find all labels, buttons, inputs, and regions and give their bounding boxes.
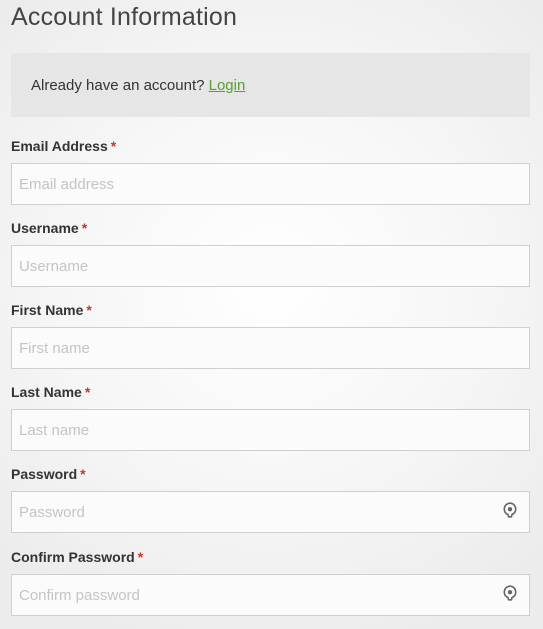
login-prompt-text: Already have an account? [31,77,205,94]
confirm-password-label-text: Confirm Password [11,549,135,565]
email-field-group: Email Address * [11,137,530,205]
login-banner: Already have an account? Login [11,53,530,117]
password-input[interactable] [11,491,530,533]
eye-icon[interactable] [502,585,518,601]
confirm-password-field-group: Confirm Password * [11,548,530,616]
required-marker: * [80,466,86,482]
first-name-label-text: First Name [11,302,84,318]
email-label: Email Address * [11,137,530,155]
last-name-label-text: Last Name [11,384,82,400]
required-marker: * [86,302,92,318]
username-input[interactable] [11,245,530,287]
first-name-field-group: First Name * [11,301,530,369]
confirm-password-label: Confirm Password * [11,548,530,566]
login-prompt: Already have an account? Login [31,77,245,94]
confirm-password-input[interactable] [11,574,530,616]
username-field-group: Username * [11,219,530,287]
required-marker: * [84,384,91,400]
email-label-text: Email Address [11,138,108,154]
confirm-password-input-wrap [11,566,530,616]
password-label-text: Password [11,466,78,482]
eye-icon[interactable] [502,502,518,518]
last-name-input[interactable] [11,409,530,451]
password-input-wrap [11,483,530,533]
required-marker: * [110,138,117,154]
last-name-field-group: Last Name * [11,383,530,451]
password-label: Password * [11,465,530,483]
required-marker: * [137,549,144,565]
first-name-label: First Name * [11,301,530,319]
last-name-label: Last Name * [11,383,530,401]
required-marker: * [81,220,88,236]
page-title: Account Information [11,3,238,31]
username-label-text: Username [11,220,79,236]
first-name-input[interactable] [11,327,530,369]
login-link[interactable]: Login [209,77,246,94]
email-input[interactable] [11,163,530,205]
password-field-group: Password * [11,465,530,533]
username-label: Username * [11,219,530,237]
